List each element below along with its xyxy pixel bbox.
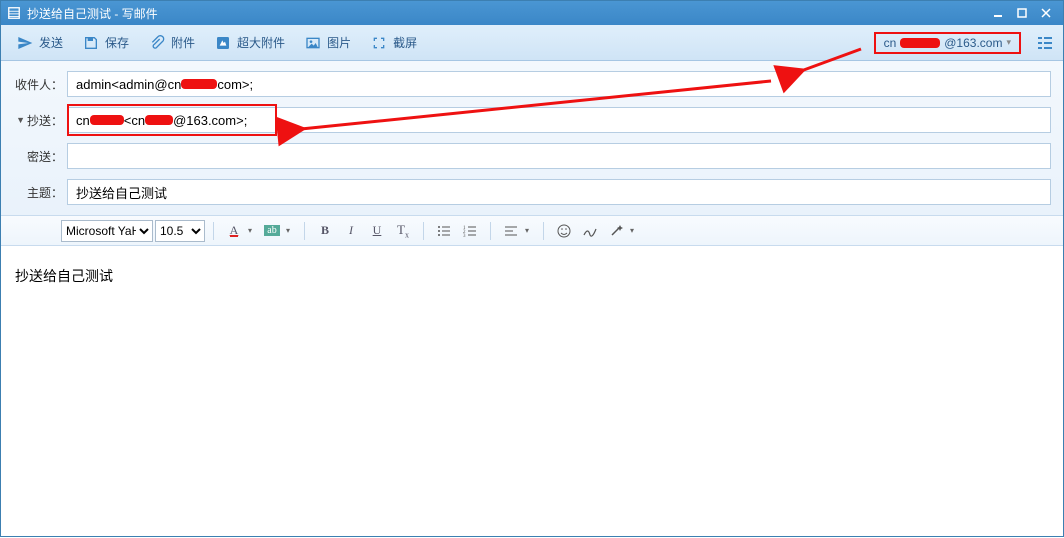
cc-row: ▼抄送： cn<cn@163.com>; — [13, 107, 1051, 133]
cc-label[interactable]: ▼抄送： — [13, 112, 67, 129]
to-label: 收件人： — [13, 76, 67, 93]
screenshot-button[interactable]: 截屏 — [363, 30, 425, 55]
subject-input[interactable] — [67, 179, 1051, 205]
to-row: 收件人： admin<admin@cncom>; — [13, 71, 1051, 97]
bigattach-label: 超大附件 — [237, 34, 285, 51]
account-prefix: cn — [884, 36, 897, 50]
save-button[interactable]: 保存 — [75, 30, 137, 55]
triangle-icon: ▼ — [16, 115, 25, 125]
menu-button[interactable] — [1035, 33, 1055, 53]
body-text: 抄送给自己测试 — [15, 266, 1049, 286]
font-family-select[interactable]: Microsoft YaHei — [61, 220, 153, 242]
image-label: 图片 — [327, 34, 351, 51]
bcc-row: 密送： — [13, 143, 1051, 169]
bold-button[interactable]: B — [313, 220, 337, 242]
italic-button[interactable]: I — [339, 220, 363, 242]
titlebar: 抄送给自己测试 - 写邮件 — [1, 1, 1063, 25]
attach-label: 附件 — [171, 34, 195, 51]
redaction-mark — [181, 79, 217, 89]
bigattach-button[interactable]: 超大附件 — [207, 30, 293, 55]
screenshot-label: 截屏 — [393, 34, 417, 51]
signature-button[interactable] — [578, 220, 602, 242]
underline-button[interactable]: U — [365, 220, 389, 242]
cc-input[interactable]: cn<cn@163.com>; — [67, 107, 1051, 133]
chevron-down-icon: ▾ — [1006, 37, 1011, 48]
compose-window: 抄送给自己测试 - 写邮件 发送 保存 附件 超大附件 图片 — [0, 0, 1064, 537]
number-list-button[interactable]: 123 — [458, 220, 482, 242]
main-toolbar: 发送 保存 附件 超大附件 图片 截屏 cn @163.com ▾ — [1, 25, 1063, 61]
align-button[interactable] — [499, 220, 523, 242]
editor-body[interactable]: 抄送给自己测试 — [1, 246, 1063, 536]
bcc-input[interactable] — [67, 143, 1051, 169]
header-fields: 收件人： admin<admin@cncom>; ▼抄送： cn<cn@163.… — [1, 61, 1063, 216]
clear-format-button[interactable]: Tx — [391, 220, 415, 242]
image-button[interactable]: 图片 — [297, 30, 359, 55]
emoji-button[interactable] — [552, 220, 576, 242]
font-color-button[interactable]: A — [222, 220, 246, 242]
to-input[interactable]: admin<admin@cncom>; — [67, 71, 1051, 97]
highlight-button[interactable]: ab — [260, 220, 284, 242]
bcc-label: 密送： — [13, 148, 67, 165]
redaction-mark — [900, 38, 940, 48]
redaction-mark — [145, 115, 173, 125]
window-title: 抄送给自己测试 - 写邮件 — [27, 5, 987, 22]
app-icon — [7, 6, 21, 20]
svg-text:3: 3 — [463, 234, 466, 238]
maximize-button[interactable] — [1011, 4, 1033, 22]
font-size-select[interactable]: 10.5 — [155, 220, 205, 242]
minimize-button[interactable] — [987, 4, 1009, 22]
account-suffix: @163.com — [944, 36, 1002, 50]
bullet-list-button[interactable] — [432, 220, 456, 242]
subject-label: 主题： — [13, 184, 67, 201]
attach-button[interactable]: 附件 — [141, 30, 203, 55]
magic-button[interactable] — [604, 220, 628, 242]
subject-row: 主题： — [13, 179, 1051, 205]
account-selector[interactable]: cn @163.com ▾ — [874, 32, 1021, 54]
send-button[interactable]: 发送 — [9, 30, 71, 55]
send-label: 发送 — [39, 34, 63, 51]
redaction-mark — [90, 115, 124, 125]
editor-toolbar: Microsoft YaHei 10.5 A▾ ab▾ B I U Tx 123… — [1, 216, 1063, 246]
close-button[interactable] — [1035, 4, 1057, 22]
save-label: 保存 — [105, 34, 129, 51]
